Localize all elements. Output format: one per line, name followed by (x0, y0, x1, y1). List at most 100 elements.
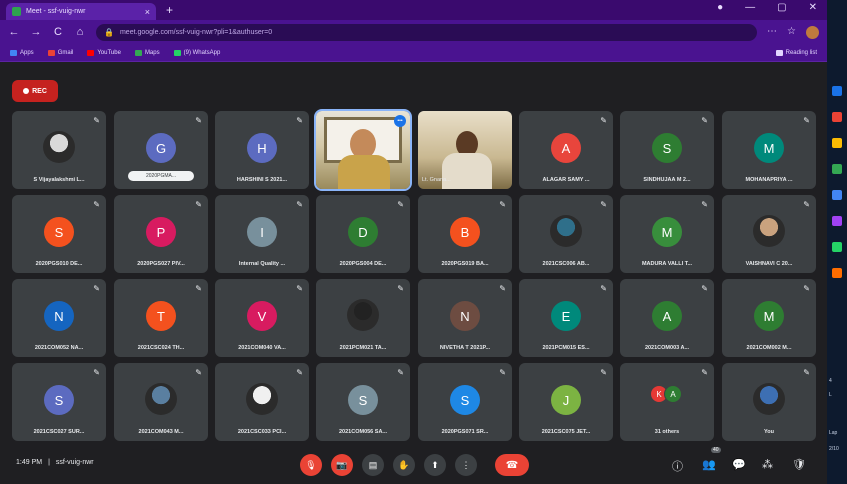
participant-tile[interactable]: ✎ S 2020PGS010 DE... (12, 195, 106, 273)
mic-muted-icon: ✎ (195, 116, 202, 125)
participant-tile[interactable]: ✎ S 2021CSC027 SUR... (12, 363, 106, 441)
participant-name: 2021CSC075 JET... (541, 429, 591, 435)
participant-tile[interactable]: ✎ D 2020PGS004 DE... (316, 195, 410, 273)
participant-tile[interactable]: ✎ V 2021COM040 VA... (215, 279, 309, 357)
mic-muted-icon: ✎ (499, 284, 506, 293)
host-controls-icon[interactable]: 🛡 (792, 458, 806, 471)
participant-tile[interactable]: ✎ 2021PCM021 TA... (316, 279, 410, 357)
mic-off-button[interactable]: 🎙 (300, 454, 322, 476)
participant-tile[interactable]: ✎ 2021CSC006 AB... (519, 195, 613, 273)
video-body (338, 155, 390, 189)
camera-off-button[interactable]: 📷 (331, 454, 353, 476)
close-window-button[interactable]: ✕ (809, 2, 817, 13)
participant-tile[interactable]: ✎ G 2020PGMA... (114, 111, 208, 189)
back-button[interactable]: ← (8, 26, 20, 38)
reload-button[interactable]: C (52, 26, 64, 38)
reading-list-button[interactable]: Reading list (775, 49, 817, 56)
bookmark-item[interactable]: (9) WhatsApp (173, 49, 220, 56)
participant-tile[interactable]: ✎ S Vijayalakshmi L... (12, 111, 106, 189)
participant-tile[interactable]: ✎ S 2021COM056 SA... (316, 363, 410, 441)
dock-app-icon[interactable] (832, 216, 842, 226)
participant-avatar: V (247, 301, 277, 331)
bookmark-item[interactable]: Apps (10, 49, 34, 56)
meeting-time: 1:49 PM (16, 459, 43, 466)
dock-app-icon[interactable] (832, 190, 842, 200)
dock-app-icon[interactable] (832, 112, 842, 122)
participant-tile[interactable]: ✎ 2021COM043 M... (114, 363, 208, 441)
participant-tile[interactable]: Lt. Gnana... (418, 111, 512, 189)
participant-tile[interactable]: ✎ H HARSHINI S 2021... (215, 111, 309, 189)
chat-icon[interactable]: 💬 (732, 458, 746, 471)
meeting-details-icon[interactable]: ⓘ (672, 458, 683, 474)
bookmark-item[interactable]: YouTube (87, 49, 121, 56)
home-button[interactable]: ⌂ (74, 26, 86, 38)
dock-app-icon[interactable] (832, 268, 842, 278)
participant-name: 2020PGS010 DE... (35, 261, 83, 267)
dock-app-icon[interactable] (832, 86, 842, 96)
participant-name: 2021PCM021 TA... (339, 345, 387, 351)
meet-favicon-icon (12, 7, 21, 16)
tab-close-icon[interactable]: × (145, 7, 150, 17)
participant-name: 2021COM043 M... (138, 429, 184, 435)
leave-call-button[interactable]: ☎ (495, 454, 529, 476)
bookmark-icon (87, 49, 95, 56)
bookmark-item[interactable]: Maps (134, 49, 160, 56)
participant-tile[interactable]: ✎ S 2020PGS071 SR... (418, 363, 512, 441)
meet-bottom-bar: 1:49 PM | ssf-vuig-nwr ☎ 40 🎙 📷 ▤ ✋ ⬆ ⋮ ⓘ 👥 💬 ⁂ 🛡 (0, 446, 827, 484)
people-icon[interactable]: 👥 (702, 458, 716, 471)
mic-muted-icon: ✎ (803, 116, 810, 125)
participant-tile[interactable]: ✎ P 2020PGS027 PIV... (114, 195, 208, 273)
participant-avatar: S (44, 217, 74, 247)
bookmark-item[interactable]: Gmail (47, 49, 73, 56)
mic-muted-icon: ✎ (195, 284, 202, 293)
participant-tile[interactable]: ••• (314, 109, 412, 191)
participant-tile[interactable]: ✎ VAISHNAVI C 20... (722, 195, 816, 273)
bookmark-icon (47, 49, 55, 56)
participant-avatar: T (146, 301, 176, 331)
participant-tile[interactable]: ✎ J 2021CSC075 JET... (519, 363, 613, 441)
participant-tile[interactable]: ✎ M MOHANAPRIYA ... (722, 111, 816, 189)
bookmark-icon (134, 49, 142, 56)
participant-tile[interactable]: ✎ N NIVETHA T 2021P... (418, 279, 512, 357)
participant-tile[interactable]: ✎ A ALAGAR SAMY ... (519, 111, 613, 189)
participant-name: NIVETHA T 2021P... (439, 345, 491, 351)
video-body (442, 153, 492, 189)
participant-tile[interactable]: ✎ T 2021CSC024 TH... (114, 279, 208, 357)
browser-tab[interactable]: Meet - ssf-vuig-nwr × (6, 3, 156, 20)
captions-button[interactable]: ▤ (362, 454, 384, 476)
participant-tile[interactable]: ✎ E 2021PCM015 ES... (519, 279, 613, 357)
participant-tile[interactable]: ✎ M 2021COM002 M... (722, 279, 816, 357)
participant-tile[interactable]: ✎ You (722, 363, 816, 441)
participant-name: 2021COM002 M... (746, 345, 792, 351)
new-tab-button[interactable]: + (166, 3, 173, 17)
address-bar[interactable]: 🔒 meet.google.com/ssf-vuig-nwr?pli=1&aut… (96, 23, 758, 41)
profile-avatar[interactable] (806, 25, 819, 39)
forward-button[interactable]: → (30, 26, 42, 38)
dock-app-icon[interactable] (832, 138, 842, 148)
participant-tile[interactable]: ✎ 2021CSC033 PCI... (215, 363, 309, 441)
participant-tile[interactable]: ✎ N 2021COM052 NA... (12, 279, 106, 357)
extensions-icon[interactable]: ⋯ (767, 26, 777, 39)
activities-icon[interactable]: ⁂ (762, 458, 773, 471)
profile-indicator-icon[interactable]: ● (717, 2, 723, 13)
mic-off-icon: 🎙 (305, 459, 317, 470)
mic-muted-icon: ✎ (397, 284, 404, 293)
bookmark-star-icon[interactable]: ☆ (787, 26, 796, 39)
dock-app-icon[interactable] (832, 242, 842, 252)
maximize-button[interactable]: ▢ (777, 2, 786, 13)
more-options-button[interactable]: ⋮ (455, 454, 477, 476)
dock-status-text: 2/10 (829, 446, 839, 452)
participant-tile[interactable]: ✎ A 2021COM003 A... (620, 279, 714, 357)
participant-tile[interactable]: ✎ M MADURA VALLI T... (620, 195, 714, 273)
dock-app-icon[interactable] (832, 164, 842, 174)
minimize-button[interactable]: — (745, 2, 755, 13)
present-button[interactable]: ⬆ (424, 454, 446, 476)
participant-tile[interactable]: ✎ K A 31 others (620, 363, 714, 441)
participant-tile[interactable]: ✎ B 2020PGS019 BA... (418, 195, 512, 273)
participant-name: VAISHNAVI C 20... (745, 261, 793, 267)
participant-tile[interactable]: ✎ I Internal Quality ... (215, 195, 309, 273)
recording-indicator: REC (12, 80, 58, 102)
mic-muted-icon: ✎ (296, 368, 303, 377)
participant-tile[interactable]: ✎ S SINDHUJAA M 2... (620, 111, 714, 189)
raise-hand-button[interactable]: ✋ (393, 454, 415, 476)
